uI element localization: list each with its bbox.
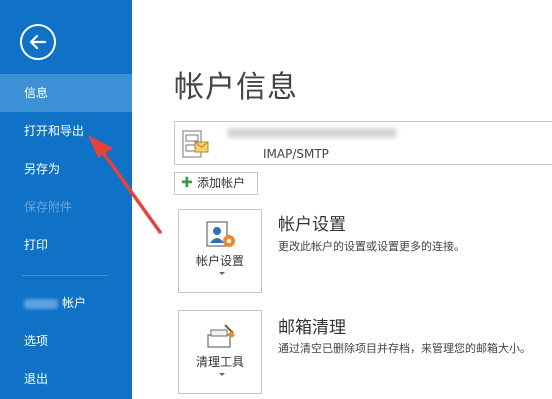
nav-info[interactable]: 信息 [0, 74, 132, 112]
backstage-sidebar: 信息 打开和导出 另存为 保存附件 打印 帐户 选项 退出 [0, 0, 132, 399]
redacted-name [24, 298, 58, 309]
plus-icon: ✚ [181, 175, 193, 191]
add-account-label: 添加帐户 [197, 176, 246, 190]
nav-exit[interactable]: 退出 [0, 360, 132, 398]
nav-account-label: 帐户 [62, 296, 87, 310]
cleanup-tools-tile[interactable]: 清理工具 [178, 310, 262, 394]
cleanup-tools-icon [207, 324, 235, 348]
mailbox-cleanup-title: 邮箱清理 [278, 318, 346, 338]
add-account-button[interactable]: ✚ 添加帐户 [174, 172, 258, 195]
nav-open-export-label: 打开和导出 [24, 124, 85, 138]
nav-exit-label: 退出 [24, 372, 49, 386]
nav-options-label: 选项 [24, 334, 49, 348]
nav-save-attachments[interactable]: 保存附件 [0, 188, 132, 226]
account-type: IMAP/SMTP [263, 147, 329, 161]
nav-account[interactable]: 帐户 [0, 284, 132, 322]
mailbox-cleanup-description: 通过清空已删除项目并存档，来管理您的邮箱大小。 [278, 342, 531, 355]
account-selector[interactable]: IMAP/SMTP [174, 121, 552, 165]
email-account-icon [182, 130, 209, 158]
nav-save-as[interactable]: 另存为 [0, 150, 132, 188]
redacted-email [227, 128, 397, 138]
chevron-down-icon [219, 272, 225, 275]
account-settings-icon [206, 221, 235, 247]
account-settings-title: 帐户设置 [278, 215, 346, 235]
account-settings-description: 更改此帐户的设置或设置更多的连接。 [278, 240, 465, 253]
chevron-down-icon [219, 373, 225, 376]
nav-save-attachments-label: 保存附件 [24, 200, 73, 214]
back-button[interactable] [20, 24, 56, 60]
nav-divider [22, 275, 108, 276]
cleanup-tools-tile-label: 清理工具 [195, 355, 244, 369]
nav-open-export[interactable]: 打开和导出 [0, 112, 132, 150]
page-title: 帐户信息 [174, 70, 298, 105]
back-arrow-icon [29, 34, 47, 50]
account-settings-tile[interactable]: 帐户设置 [178, 209, 262, 293]
nav-print-label: 打印 [24, 238, 49, 252]
account-settings-tile-label: 帐户设置 [195, 254, 244, 268]
nav-info-label: 信息 [24, 86, 49, 100]
nav-options[interactable]: 选项 [0, 322, 132, 360]
nav-save-as-label: 另存为 [24, 162, 61, 176]
nav-print[interactable]: 打印 [0, 226, 132, 264]
main-content: 帐户信息 IMAP/SMTP ✚ 添加帐户 帐户设置 帐户设置 更改此帐户的设置… [132, 0, 552, 399]
